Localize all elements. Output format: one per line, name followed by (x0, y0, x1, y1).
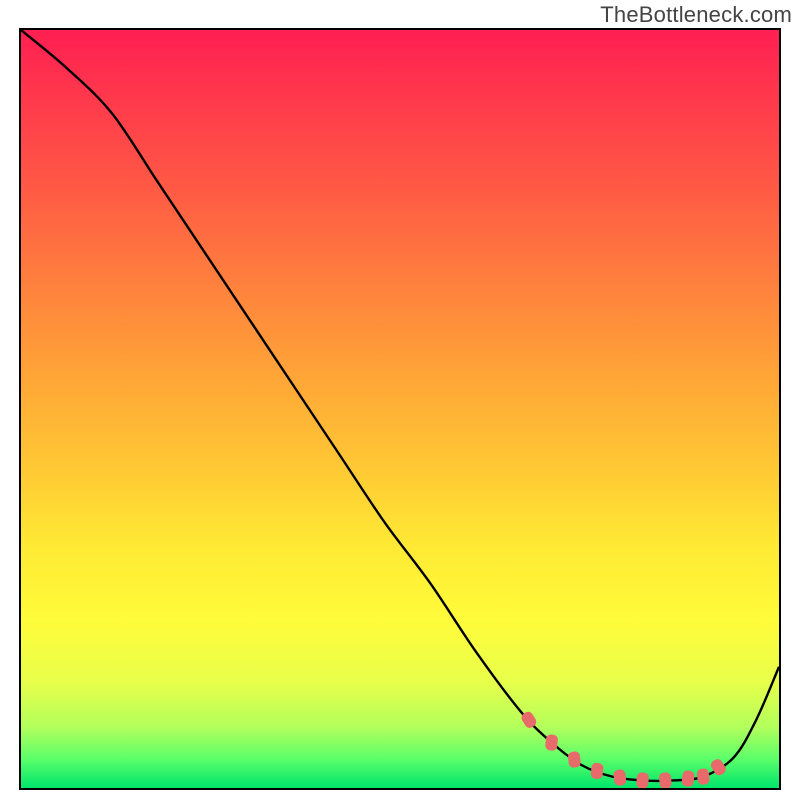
curve-layer (21, 30, 779, 788)
plot-area (19, 28, 781, 790)
attribution-text: TheBottleneck.com (600, 2, 792, 28)
trough-marker (568, 751, 582, 768)
trough-markers-group (520, 710, 728, 788)
trough-marker (613, 769, 627, 786)
trough-marker (590, 762, 604, 779)
bottleneck-curve (21, 30, 779, 781)
trough-marker (681, 770, 695, 787)
trough-marker (636, 772, 650, 788)
chart-frame: TheBottleneck.com (0, 0, 800, 800)
trough-marker (659, 772, 673, 788)
trough-marker (545, 734, 559, 751)
trough-marker (696, 768, 710, 785)
